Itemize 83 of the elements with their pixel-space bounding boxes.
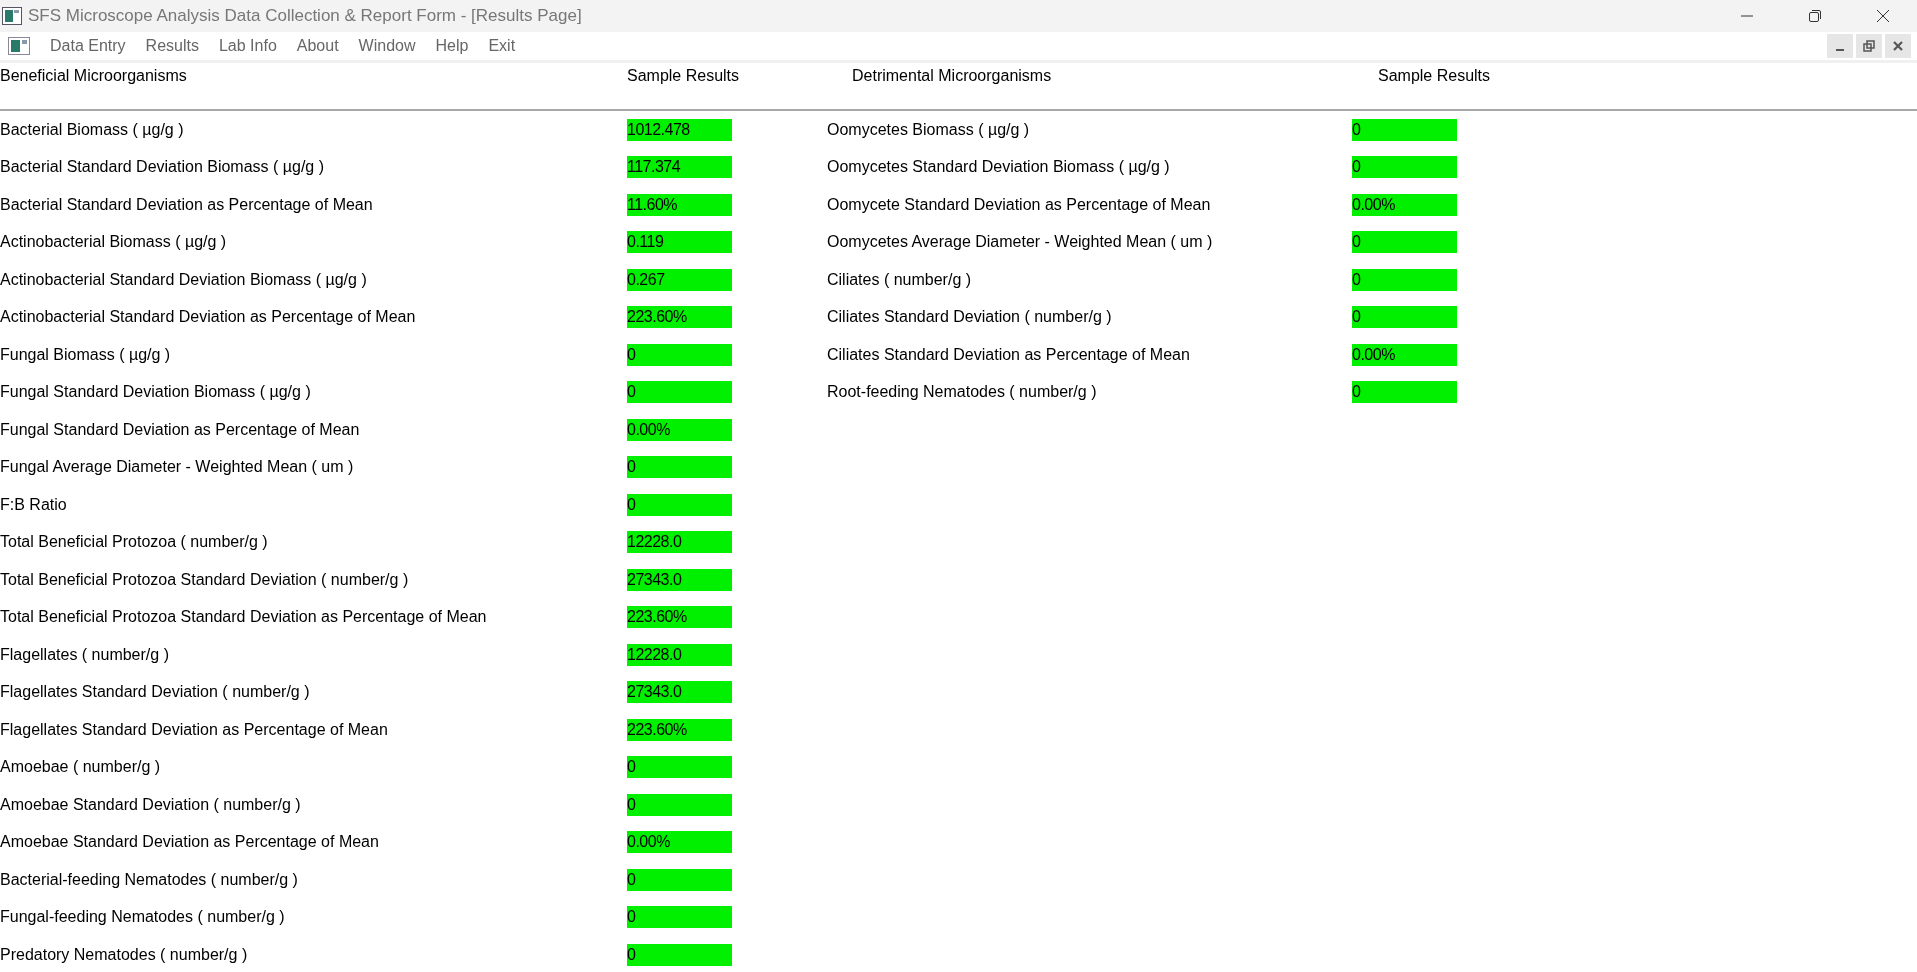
result-field: 0.00% <box>627 831 732 854</box>
menu-item[interactable]: Window <box>348 35 426 57</box>
menu-item[interactable]: Data Entry <box>40 35 136 57</box>
result-field: 223.60% <box>627 718 732 741</box>
result-field: 0 <box>627 793 732 816</box>
result-field: 0 <box>627 343 732 366</box>
result-field: 0 <box>1352 118 1457 141</box>
result-label: Flagellates Standard Deviation as Percentage of Mean <box>0 720 389 739</box>
result-label: Bacterial Biomass ( µg/g ) <box>0 120 185 139</box>
column-heading: Detrimental Microorganisms <box>852 67 1052 85</box>
result-label: Ciliates Standard Deviation ( number/g ) <box>827 308 1113 327</box>
result-field: 0 <box>627 493 732 516</box>
result-label: Fungal Standard Deviation Biomass ( µg/g ) <box>0 383 312 402</box>
child-restore-button[interactable] <box>1856 34 1882 58</box>
result-field: 0.00% <box>1352 343 1457 366</box>
result-label: Actinobacterial Standard Deviation as Percentage of Mean <box>0 308 417 327</box>
result-label: Fungal-feeding Nematodes ( number/g ) <box>0 908 286 927</box>
result-label: Actinobacterial Standard Deviation Biomass ( µg/g ) <box>0 270 368 289</box>
result-label: Total Beneficial Protozoa Standard Deviation as Percentage of Mean <box>0 608 488 627</box>
result-field: 0 <box>1352 381 1457 404</box>
document-icon <box>8 37 30 55</box>
result-field: 0.119 <box>627 231 732 254</box>
result-label: Amoebae Standard Deviation ( number/g ) <box>0 795 302 814</box>
result-label: Oomycetes Average Diameter - Weighted Mean ( um ) <box>827 233 1214 252</box>
close-icon <box>1876 9 1890 23</box>
close-icon <box>1893 41 1903 51</box>
result-label: Amoebae Standard Deviation as Percentage of Mean <box>0 833 380 852</box>
result-label: F:B Ratio <box>0 495 68 514</box>
column-heading: Beneficial Microorganisms <box>0 67 187 85</box>
column-heading: Sample Results <box>1378 67 1491 85</box>
result-field: 0.00% <box>627 418 732 441</box>
result-field: 223.60% <box>627 306 732 329</box>
result-field: 0 <box>627 906 732 929</box>
result-label: Fungal Standard Deviation as Percentage of Mean <box>0 420 361 439</box>
child-close-button[interactable] <box>1885 34 1911 58</box>
result-field: 12228.0 <box>627 531 732 554</box>
result-field: 0 <box>627 756 732 779</box>
result-label: Flagellates ( number/g ) <box>0 645 170 664</box>
result-field: 11.60% <box>627 193 732 216</box>
restore-icon <box>1808 9 1822 23</box>
column-heading: Sample Results <box>627 67 740 85</box>
window-title: SFS Microscope Analysis Data Collection & Report Form - [Results Page] <box>28 6 582 26</box>
result-label: Bacterial Standard Deviation Biomass ( µg/g ) <box>0 158 326 177</box>
result-label: Oomycete Standard Deviation as Percentage of Mean <box>827 195 1212 214</box>
result-field: 27343.0 <box>627 681 732 704</box>
result-field: 0 <box>627 868 732 891</box>
result-label: Actinobacterial Biomass ( µg/g ) <box>0 233 228 252</box>
result-label: Amoebae ( number/g ) <box>0 758 162 777</box>
menu-item[interactable]: Lab Info <box>208 35 287 57</box>
result-field: 223.60% <box>627 606 732 629</box>
minimize-icon <box>1836 49 1844 51</box>
result-label: Fungal Biomass ( µg/g ) <box>0 345 172 364</box>
result-label: Bacterial-feeding Nematodes ( number/g ) <box>0 870 299 889</box>
result-field: 0 <box>1352 231 1457 254</box>
result-field: 0.267 <box>627 268 732 291</box>
result-field: 117.374 <box>627 156 732 179</box>
child-minimize-button[interactable] <box>1827 34 1853 58</box>
menu-item[interactable]: Help <box>425 35 479 57</box>
result-label: Bacterial Standard Deviation as Percentage of Mean <box>0 195 374 214</box>
result-label: Total Beneficial Protozoa ( number/g ) <box>0 533 269 552</box>
result-field: 27343.0 <box>627 568 732 591</box>
result-field: 0 <box>627 456 732 479</box>
result-label: Root-feeding Nematodes ( number/g ) <box>827 383 1098 402</box>
result-label: Flagellates Standard Deviation ( number/g ) <box>0 683 311 702</box>
menu-item[interactable]: Results <box>135 35 209 57</box>
result-label: Oomycetes Biomass ( µg/g ) <box>827 120 1031 139</box>
result-label: Predatory Nematodes ( number/g ) <box>0 945 249 964</box>
restore-icon <box>1863 40 1875 52</box>
result-label: Ciliates Standard Deviation as Percentage of Mean <box>827 345 1191 364</box>
result-field: 0 <box>1352 156 1457 179</box>
result-field: 0.00% <box>1352 193 1457 216</box>
result-label: Ciliates ( number/g ) <box>827 270 973 289</box>
result-field: 1012.478 <box>627 118 732 141</box>
result-field: 12228.0 <box>627 643 732 666</box>
menu-item[interactable]: Exit <box>478 35 526 57</box>
result-label: Fungal Average Diameter - Weighted Mean ( um ) <box>0 458 355 477</box>
result-label: Oomycetes Standard Deviation Biomass ( µg/g ) <box>827 158 1171 177</box>
result-label: Total Beneficial Protozoa Standard Deviation ( number/g ) <box>0 570 410 589</box>
result-field: 0 <box>627 943 732 966</box>
result-field: 0 <box>1352 306 1457 329</box>
result-field: 0 <box>1352 268 1457 291</box>
menu-item[interactable]: About <box>286 35 349 57</box>
result-field: 0 <box>627 381 732 404</box>
